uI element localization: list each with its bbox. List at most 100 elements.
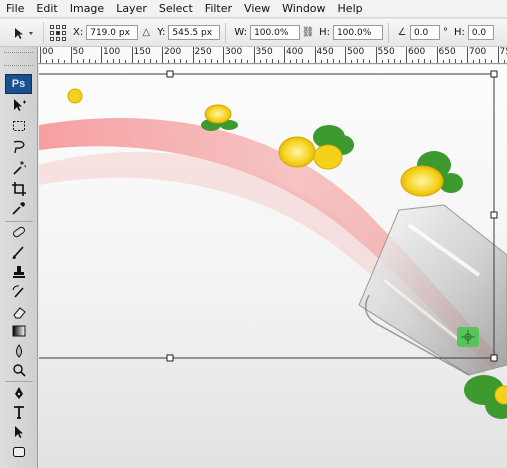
lemon-with-mint-3 bbox=[278, 125, 354, 170]
ruler-minor-tick bbox=[290, 60, 292, 63]
path-selection-icon[interactable] bbox=[9, 423, 29, 441]
ruler-minor-tick bbox=[229, 60, 231, 63]
healing-brush-icon[interactable] bbox=[9, 223, 29, 241]
menu-help[interactable]: Help bbox=[338, 2, 363, 15]
crop-tool-icon[interactable] bbox=[9, 180, 29, 198]
ruler-minor-tick bbox=[448, 59, 450, 63]
ruler-minor-tick bbox=[149, 59, 151, 63]
pen-tool-icon[interactable] bbox=[9, 384, 29, 402]
ruler-major-tick bbox=[497, 47, 499, 63]
photoshop-logo: Ps bbox=[5, 74, 32, 94]
ruler-minor-tick bbox=[393, 59, 395, 63]
tools-panel: Ps bbox=[0, 47, 38, 468]
lemon-slice-1 bbox=[67, 88, 83, 104]
eyedropper-icon[interactable] bbox=[9, 199, 29, 217]
transform-handle-middle-right bbox=[490, 211, 498, 219]
ruler-label: 400 bbox=[286, 47, 304, 57]
width-field[interactable]: 100.0% bbox=[250, 25, 301, 40]
lasso-tool-icon[interactable] bbox=[9, 138, 29, 156]
ruler-minor-tick bbox=[265, 59, 267, 63]
gradient-tool-icon[interactable] bbox=[9, 322, 29, 340]
ruler-label: 100 bbox=[103, 47, 121, 57]
type-tool-icon[interactable] bbox=[9, 403, 29, 421]
menu-file[interactable]: File bbox=[6, 2, 24, 15]
menu-window[interactable]: Window bbox=[282, 2, 325, 15]
move-tool-icon[interactable] bbox=[9, 96, 29, 114]
eraser-icon[interactable] bbox=[9, 303, 29, 321]
menu-layer[interactable]: Layer bbox=[116, 2, 147, 15]
height-label: H: bbox=[319, 27, 330, 38]
width-label: W: bbox=[234, 27, 248, 38]
ruler-minor-tick bbox=[198, 60, 200, 63]
ruler-minor-tick bbox=[473, 60, 475, 63]
history-brush-icon[interactable] bbox=[9, 283, 29, 301]
blur-tool-icon[interactable] bbox=[9, 342, 29, 360]
ruler-label: 750 bbox=[499, 47, 507, 57]
menu-filter[interactable]: Filter bbox=[205, 2, 232, 15]
tool-divider bbox=[5, 221, 33, 222]
menu-edit[interactable]: Edit bbox=[36, 2, 57, 15]
document-canvas[interactable] bbox=[39, 65, 507, 468]
menu-select[interactable]: Select bbox=[159, 2, 193, 15]
ruler-label: 00 bbox=[42, 47, 54, 57]
ruler-minor-tick bbox=[186, 60, 188, 63]
lemon-with-leaves-2 bbox=[201, 104, 238, 131]
ruler-label: 350 bbox=[255, 47, 273, 57]
relative-position-icon[interactable]: △ bbox=[140, 27, 152, 39]
degree-symbol: ° bbox=[442, 27, 448, 38]
ruler-label: 250 bbox=[194, 47, 212, 57]
panel-grip[interactable] bbox=[4, 52, 33, 66]
ruler-minor-tick bbox=[296, 59, 298, 63]
ruler-minor-tick bbox=[503, 60, 505, 63]
skew-h-label: H: bbox=[453, 27, 465, 38]
x-position-field[interactable]: 719.0 px bbox=[86, 25, 139, 40]
ruler-minor-tick bbox=[399, 60, 401, 63]
ruler-label: 700 bbox=[469, 47, 487, 57]
ruler-minor-tick bbox=[94, 60, 96, 63]
ruler-minor-tick bbox=[351, 60, 353, 63]
ruler-major-tick bbox=[131, 47, 133, 63]
ruler-major-tick bbox=[467, 47, 468, 63]
ruler-minor-tick bbox=[491, 60, 493, 63]
clone-stamp-icon[interactable] bbox=[9, 263, 29, 281]
ruler-minor-tick bbox=[88, 59, 90, 63]
dodge-tool-icon[interactable] bbox=[9, 361, 29, 379]
ruler-label: 500 bbox=[347, 47, 365, 57]
rotate-angle-field[interactable]: 0.0 bbox=[409, 25, 440, 40]
ruler-minor-tick bbox=[155, 60, 157, 63]
ruler-minor-tick bbox=[271, 59, 273, 63]
ruler-minor-tick bbox=[52, 59, 54, 63]
ruler-minor-tick bbox=[424, 59, 426, 63]
ruler-minor-tick bbox=[418, 59, 420, 63]
height-field[interactable]: 100.0% bbox=[332, 25, 383, 40]
ruler-major-tick bbox=[40, 47, 41, 63]
horizontal-ruler[interactable]: 00 50 100 150 200 250 300 350 400 450 500 550 600 650… bbox=[38, 47, 507, 64]
ruler-label: 600 bbox=[408, 47, 426, 57]
skew-h-field[interactable]: 0.0 bbox=[467, 25, 494, 40]
x-label: X: bbox=[73, 27, 84, 38]
ruler-minor-tick bbox=[46, 60, 48, 63]
link-icon[interactable]: ⛓ bbox=[302, 27, 315, 39]
ruler-major-tick bbox=[162, 47, 163, 63]
tool-preset-picker[interactable] bbox=[4, 21, 44, 44]
ruler-minor-tick bbox=[442, 60, 444, 63]
move-transform-icon bbox=[14, 27, 33, 39]
divider bbox=[225, 22, 227, 43]
y-position-field[interactable]: 545.5 px bbox=[168, 25, 221, 40]
brush-icon[interactable] bbox=[9, 243, 29, 261]
ruler-label: 300 bbox=[225, 47, 243, 57]
transform-handle-top-center bbox=[166, 70, 174, 78]
ruler-major-tick bbox=[253, 47, 255, 63]
reference-point-grid[interactable] bbox=[50, 24, 66, 41]
menu-bar: File Edit Image Layer Select Filter View… bbox=[0, 0, 507, 18]
y-label: Y: bbox=[157, 27, 166, 38]
menu-image[interactable]: Image bbox=[70, 2, 104, 15]
magic-wand-icon[interactable] bbox=[9, 159, 29, 177]
marquee-tool-icon[interactable] bbox=[9, 117, 29, 135]
shape-tool-icon[interactable] bbox=[9, 443, 29, 461]
ruler-minor-tick bbox=[363, 59, 365, 63]
ruler-major-tick bbox=[70, 47, 72, 63]
menu-view[interactable]: View bbox=[244, 2, 270, 15]
ruler-minor-tick bbox=[210, 59, 212, 63]
ruler-minor-tick bbox=[460, 60, 462, 63]
